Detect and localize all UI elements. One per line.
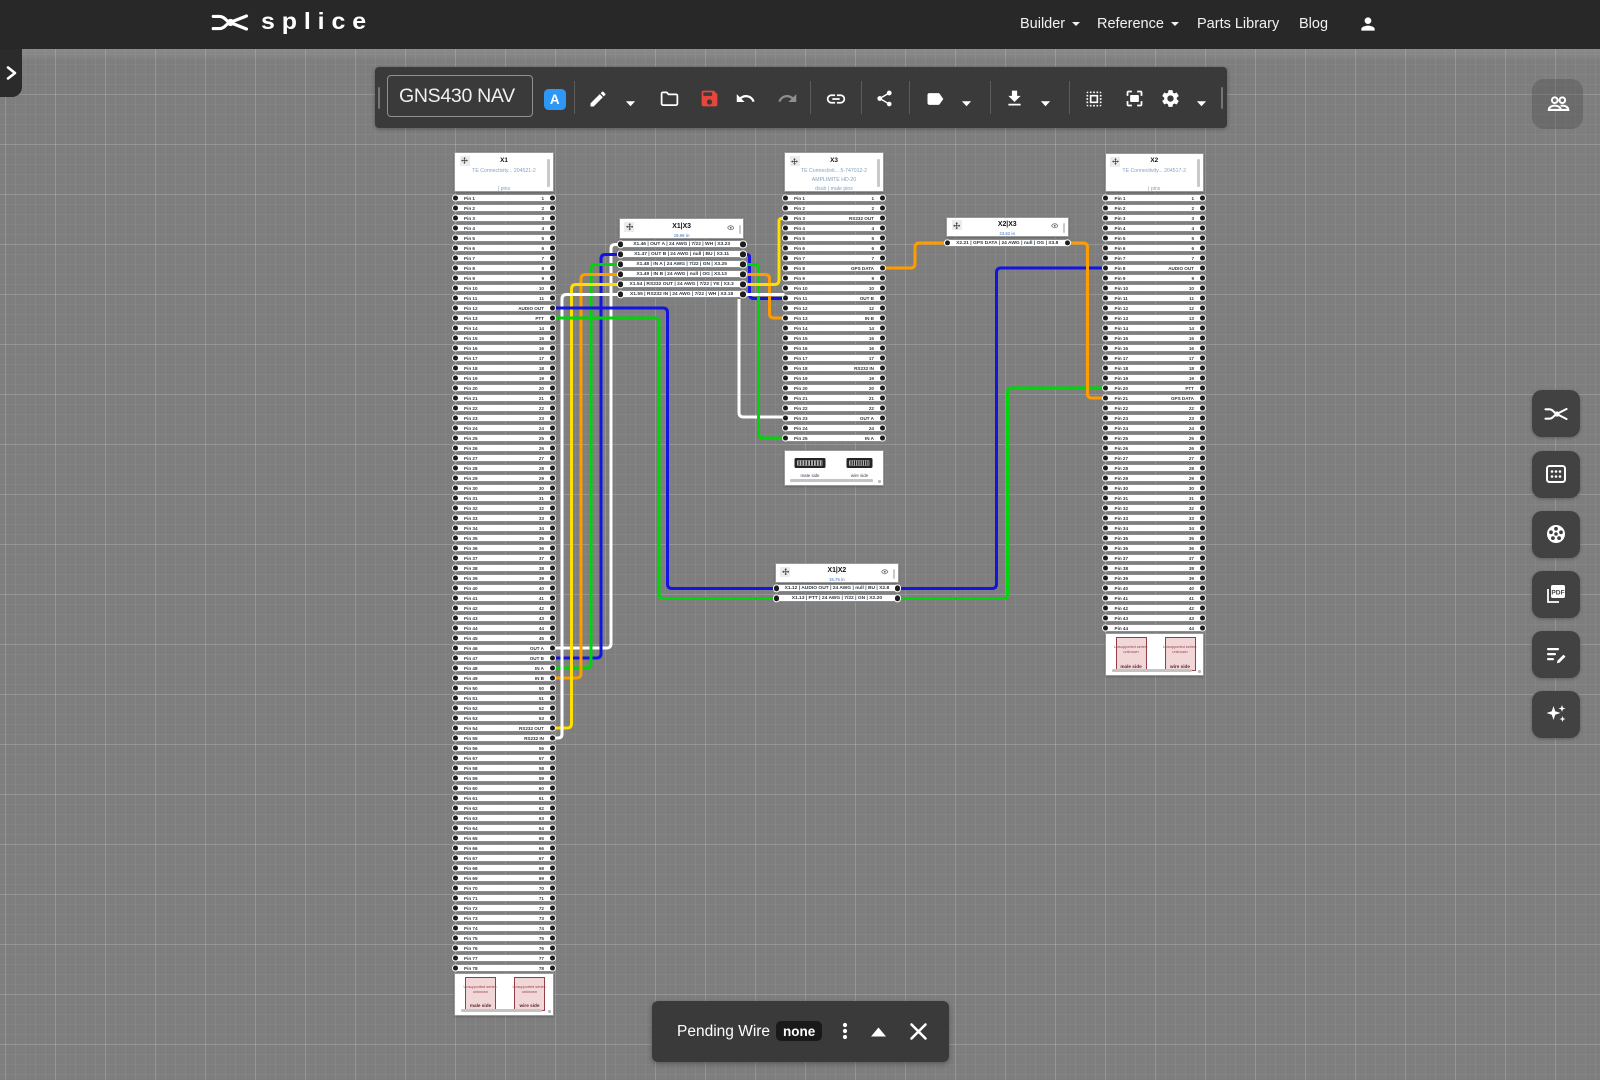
svg-text:PDF: PDF [1551, 590, 1564, 597]
